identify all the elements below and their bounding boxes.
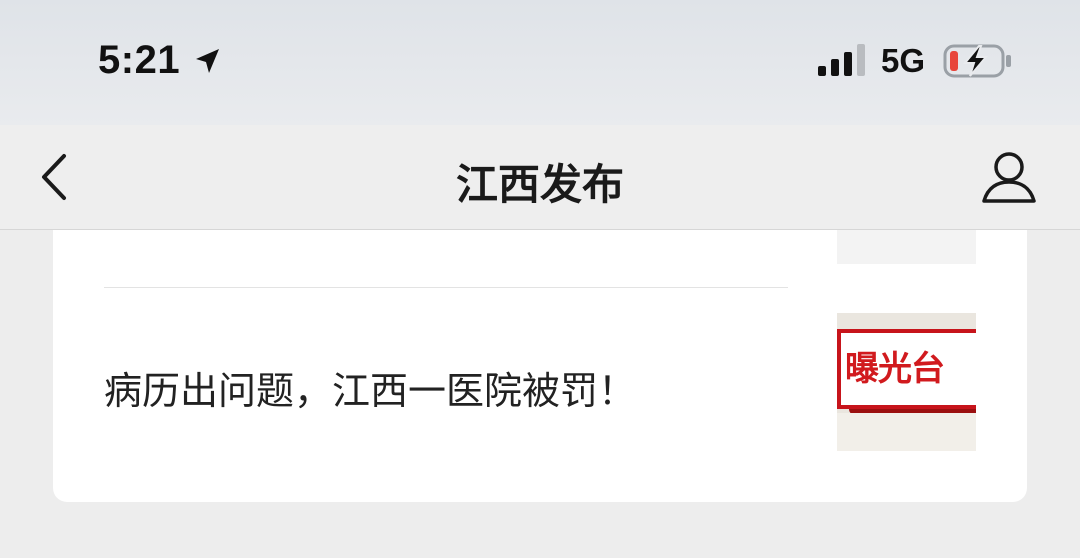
article-thumbnail[interactable]: 曝光台 bbox=[837, 313, 976, 451]
page-title: 江西发布 bbox=[455, 160, 624, 209]
screen: 5:21 5G 江西发布 病历出问题，江西一医院被罚！ 曝光台 bbox=[0, 0, 1080, 558]
previous-article-thumbnail[interactable] bbox=[837, 230, 976, 264]
cellular-signal-icon bbox=[818, 44, 865, 76]
person-icon[interactable] bbox=[978, 147, 1040, 207]
network-type-label: 5G bbox=[881, 42, 926, 79]
chevron-left-icon[interactable] bbox=[30, 147, 80, 207]
divider bbox=[104, 287, 788, 288]
thumbnail-base bbox=[837, 413, 976, 451]
thumbnail-text: 曝光台 bbox=[845, 349, 945, 389]
location-arrow-icon bbox=[196, 49, 219, 73]
article-card: 病历出问题，江西一医院被罚！ 曝光台 bbox=[53, 230, 1027, 502]
article-title-link[interactable]: 病历出问题，江西一医院被罚！ bbox=[104, 360, 636, 415]
status-bar: 5:21 5G bbox=[0, 0, 1080, 125]
battery-charging-icon bbox=[943, 44, 1011, 78]
navigation-bar: 江西发布 bbox=[0, 125, 1080, 230]
status-time: 5:21 bbox=[98, 38, 181, 82]
